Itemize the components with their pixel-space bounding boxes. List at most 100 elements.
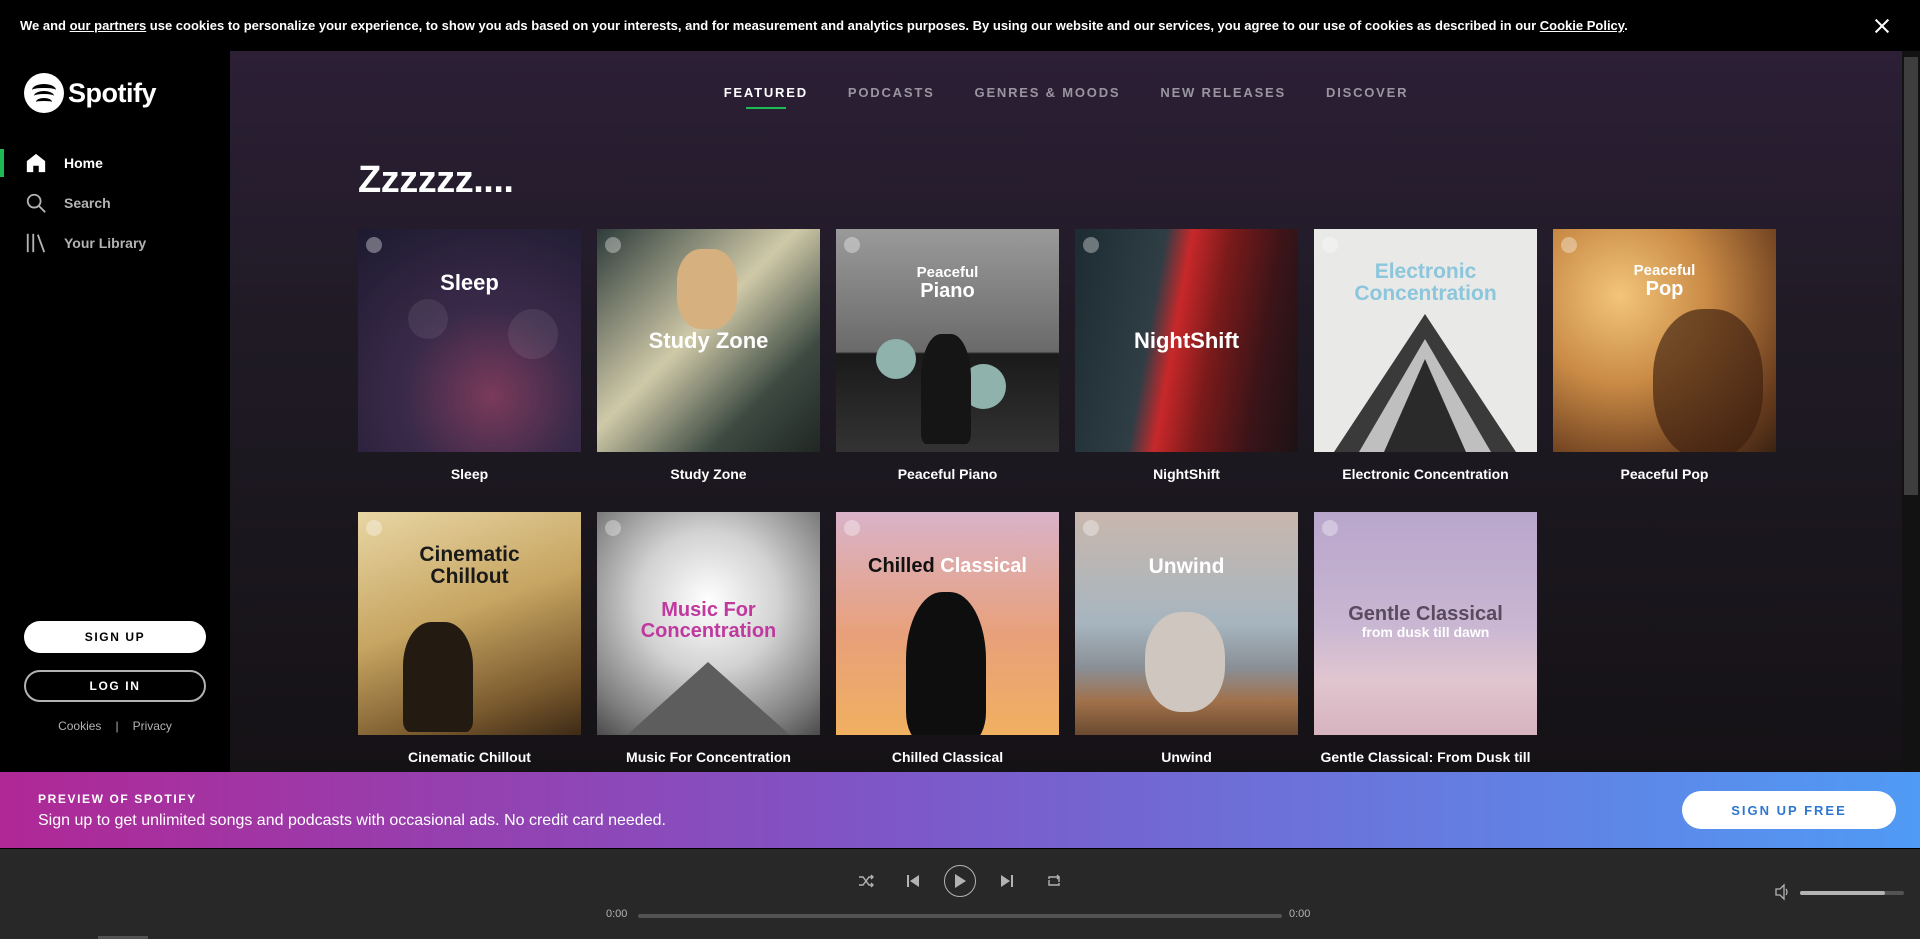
library-icon [24, 231, 48, 255]
cover-title: Gentle Classical from dusk till dawn [1314, 604, 1537, 640]
scrollbar-thumb[interactable] [1904, 57, 1918, 495]
playlist-card[interactable]: Music For Concentration Music For Concen… [597, 512, 820, 765]
playlist-card[interactable]: Unwind Unwind [1075, 512, 1298, 765]
preview-message: Sign up to get unlimited songs and podca… [38, 812, 666, 829]
player-bar: 0:00 0:00 [0, 848, 1920, 939]
playlist-title[interactable]: Cinematic Chillout [358, 749, 581, 765]
tab-featured[interactable]: FEATURED [724, 85, 808, 109]
cover-title: Sleep [358, 271, 581, 294]
playlist-cover[interactable]: NightShift [1075, 229, 1298, 452]
playlist-cover[interactable]: Study Zone [597, 229, 820, 452]
preview-banner: PREVIEW OF SPOTIFY Sign up to get unlimi… [0, 772, 1920, 848]
spotify-logo[interactable]: Spotify [24, 73, 157, 113]
playlist-cover[interactable]: Peaceful Pop [1553, 229, 1776, 452]
playlist-title[interactable]: Music For Concentration [597, 749, 820, 765]
nav-label: Your Library [64, 235, 147, 251]
playlist-title[interactable]: Gentle Classical: From Dusk till [1314, 749, 1537, 765]
cover-line: Chilled [868, 555, 935, 577]
playlist-card[interactable]: Peaceful Piano Peaceful Piano [836, 229, 1059, 482]
spotify-logo-icon [24, 73, 64, 113]
volume-icon[interactable] [1774, 883, 1794, 903]
playlist-card[interactable]: Peaceful Pop Peaceful Pop [1553, 229, 1776, 482]
log-in-button[interactable]: LOG IN [24, 670, 206, 702]
playlist-cover[interactable]: Peaceful Piano [836, 229, 1059, 452]
progress-bar[interactable] [638, 914, 1282, 918]
playlist-card[interactable]: Gentle Classical from dusk till dawn Gen… [1314, 512, 1537, 765]
cover-line: Chillout [430, 565, 509, 589]
playlist-cover[interactable]: Electronic Concentration [1314, 229, 1537, 452]
playlist-title[interactable]: Peaceful Piano [836, 466, 1059, 482]
tab-genres-moods[interactable]: GENRES & MOODS [975, 85, 1121, 100]
spotify-badge-icon [366, 237, 382, 253]
playlist-cover[interactable]: Sleep [358, 229, 581, 452]
playlist-title[interactable]: NightShift [1075, 466, 1298, 482]
spotify-badge-icon [1083, 520, 1099, 536]
spotify-badge-icon [1083, 237, 1099, 253]
tab-podcasts[interactable]: PODCASTS [848, 85, 935, 100]
main-nav: Home Search Your Library [0, 143, 230, 263]
cookie-text: We and our partners use cookies to perso… [20, 18, 1872, 33]
cover-line: Sleep [440, 270, 499, 295]
cover-title: Chilled Classical [836, 556, 1059, 577]
cookie-policy-link[interactable]: Cookie Policy [1540, 18, 1624, 33]
playlist-title[interactable]: Sleep [358, 466, 581, 482]
playlist-title[interactable]: Electronic Concentration [1314, 466, 1537, 482]
cover-line: Classical [940, 555, 1027, 577]
playlist-cover[interactable]: Chilled Classical [836, 512, 1059, 735]
volume-slider[interactable] [1800, 891, 1904, 895]
playlist-card[interactable]: Study Zone Study Zone [597, 229, 820, 482]
close-icon[interactable] [1872, 16, 1892, 36]
playlist-cover[interactable]: Gentle Classical from dusk till dawn [1314, 512, 1537, 735]
elapsed-time: 0:00 [606, 908, 628, 920]
playlist-cover[interactable]: Cinematic Chillout [358, 512, 581, 735]
privacy-link[interactable]: Privacy [133, 719, 172, 733]
nav-item-library[interactable]: Your Library [0, 223, 230, 263]
cover-line: Music For [661, 599, 756, 621]
cover-title: Music For Concentration [597, 600, 820, 642]
partners-link[interactable]: our partners [70, 18, 147, 33]
previous-icon[interactable] [897, 865, 929, 897]
playlist-title[interactable]: Peaceful Pop [1553, 466, 1776, 482]
sign-up-button[interactable]: SIGN UP [24, 621, 206, 653]
playlist-cover[interactable]: Unwind [1075, 512, 1298, 735]
cover-title: Electronic Concentration [1314, 260, 1537, 305]
tab-discover[interactable]: DISCOVER [1326, 85, 1408, 100]
cover-line: Electronic [1374, 260, 1477, 283]
cover-line: NightShift [1133, 328, 1240, 353]
main-content: FEATURED PODCASTS GENRES & MOODS NEW REL… [230, 51, 1902, 772]
cover-line: Study Zone [648, 328, 769, 353]
playlist-title[interactable]: Unwind [1075, 749, 1298, 765]
browse-tabs: FEATURED PODCASTS GENRES & MOODS NEW REL… [230, 85, 1902, 109]
preview-kicker: PREVIEW OF SPOTIFY [38, 792, 197, 806]
playlist-card[interactable]: NightShift NightShift [1075, 229, 1298, 482]
play-icon[interactable] [944, 865, 976, 897]
cover-line: from dusk till dawn [1361, 624, 1490, 640]
sign-up-free-button[interactable]: SIGN UP FREE [1682, 791, 1896, 829]
playlist-title[interactable]: Chilled Classical [836, 749, 1059, 765]
brand-name: Spotify [68, 77, 157, 108]
tab-new-releases[interactable]: NEW RELEASES [1160, 85, 1286, 100]
duration-time: 0:00 [1289, 908, 1311, 920]
playlist-card[interactable]: Cinematic Chillout Cinematic Chillout [358, 512, 581, 765]
nav-item-home[interactable]: Home [0, 143, 230, 183]
playlist-grid: Sleep Sleep Study Zone Study Zone Peacef… [358, 229, 1798, 765]
playlist-card[interactable]: Sleep Sleep [358, 229, 581, 482]
cover-title: NightShift [1075, 329, 1298, 352]
nav-item-search[interactable]: Search [0, 183, 230, 223]
playlist-card[interactable]: Electronic Concentration Electronic Conc… [1314, 229, 1537, 482]
cookie-text-part: We and [20, 18, 70, 33]
repeat-icon[interactable] [1038, 865, 1070, 897]
cover-line: Gentle Classical [1348, 603, 1503, 625]
spotify-badge-icon [1561, 237, 1577, 253]
spotify-badge-icon [605, 520, 621, 536]
cookies-link[interactable]: Cookies [58, 719, 101, 733]
main-scrollbar[interactable] [1902, 51, 1920, 772]
playlist-cover[interactable]: Music For Concentration [597, 512, 820, 735]
shuffle-icon[interactable] [850, 865, 882, 897]
playlist-title[interactable]: Study Zone [597, 466, 820, 482]
next-icon[interactable] [991, 865, 1023, 897]
section-title: Zzzzzz.... [358, 159, 514, 201]
cookie-text-part: use cookies to personalize your experien… [146, 18, 1540, 33]
playlist-card[interactable]: Chilled Classical Chilled Classical [836, 512, 1059, 765]
home-icon [24, 151, 48, 175]
